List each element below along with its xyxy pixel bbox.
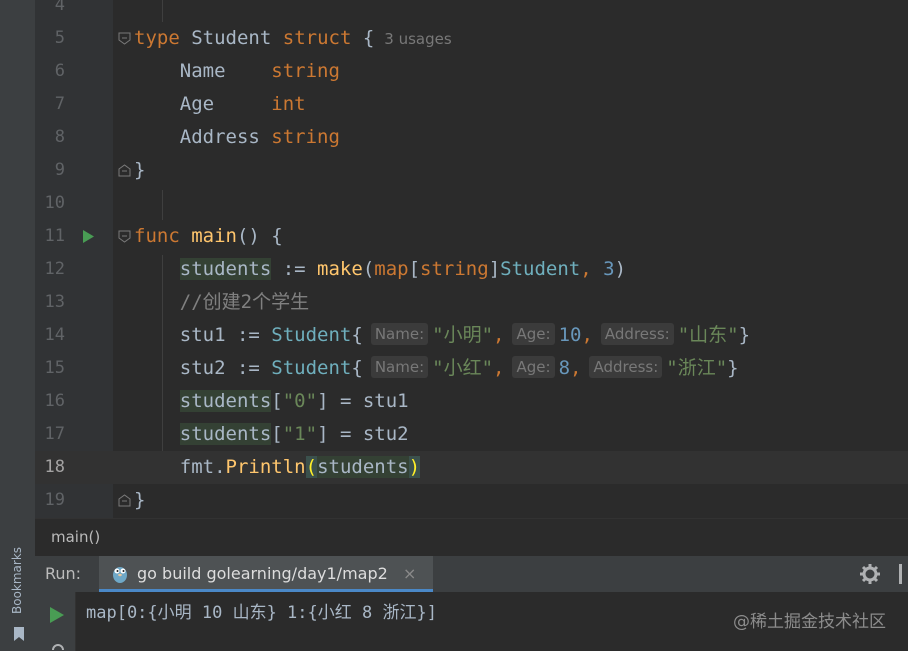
code-text: students["0"] = stu1	[179, 390, 409, 412]
fold-icon[interactable]	[118, 32, 131, 45]
code-line[interactable]: 13 //创建2个学生	[35, 286, 908, 319]
breadcrumb: main()	[35, 518, 908, 557]
run-toolbar	[35, 592, 76, 651]
code-text: stu1 := Student{Name: "小明", Age: 10, Address…	[179, 323, 751, 346]
code-line[interactable]: 19 }	[35, 484, 908, 517]
line-number: 10	[44, 193, 65, 213]
line-number: 19	[44, 490, 65, 510]
code-line[interactable]: 15 stu2 := Student{Name: "小红", Age: 8, Addre…	[35, 352, 908, 385]
line-number: 5	[54, 28, 65, 48]
bookmark-icon[interactable]	[13, 627, 25, 641]
breadcrumb-item[interactable]: main()	[51, 528, 100, 546]
run-tab-label: go build golearning/day1/map2	[137, 564, 388, 583]
code-text: func main() {	[134, 225, 283, 247]
code-line[interactable]: 8 Address string	[35, 121, 908, 154]
line-number: 14	[44, 325, 65, 345]
param-hint: Address:	[589, 356, 663, 378]
param-hint: Age:	[512, 323, 555, 345]
gear-icon[interactable]	[859, 563, 881, 585]
code-line[interactable]: 4	[35, 0, 908, 22]
code-line[interactable]: 14 stu1 := Student{Name: "小明", Age: 10, Addr…	[35, 319, 908, 352]
code-text: }	[134, 159, 146, 181]
line-number: 12	[44, 259, 65, 279]
run-tool-window-header: Run: go build golearning/day1/map2 ×	[35, 556, 908, 592]
line-number: 6	[54, 61, 65, 81]
line-number: 17	[44, 424, 65, 444]
code-line-current[interactable]: 18 fmt.Println(students)	[35, 451, 908, 484]
line-number: 8	[54, 127, 65, 147]
code-text: fmt.Println(students)	[179, 456, 421, 478]
code-text: //创建2个学生	[179, 291, 310, 313]
param-hint: Name:	[370, 356, 429, 378]
code-line[interactable]: 9 }	[35, 154, 908, 187]
line-number: 11	[44, 226, 65, 246]
code-line[interactable]: 11 func main() {	[35, 220, 908, 253]
bookmarks-tool-button[interactable]: Bookmarks	[8, 540, 26, 620]
minimize-icon[interactable]	[897, 562, 907, 586]
line-number: 4	[54, 0, 65, 15]
line-number: 16	[44, 391, 65, 411]
code-text: Address string	[179, 126, 340, 148]
fold-icon[interactable]	[118, 230, 131, 243]
code-text: }	[134, 489, 146, 511]
fold-icon[interactable]	[118, 494, 131, 507]
code-text: Age int	[179, 93, 306, 115]
code-line[interactable]: 16 students["0"] = stu1	[35, 385, 908, 418]
code-text: type Student struct {3 usages	[134, 27, 452, 49]
close-icon[interactable]: ×	[403, 564, 416, 583]
code-text: students["1"] = stu2	[179, 423, 409, 445]
param-hint: Age:	[512, 356, 555, 378]
line-number: 18	[44, 457, 65, 477]
rerun-icon[interactable]	[49, 606, 65, 624]
run-label: Run:	[45, 564, 82, 583]
console-output-line: map[0:{小明 10 山东} 1:{小红 8 浙江}]	[86, 603, 437, 623]
code-editor[interactable]: 4 5 type Student struct {3 usages 6 Name…	[35, 0, 908, 518]
code-text: stu2 := Student{Name: "小红", Age: 8, Address:…	[179, 356, 739, 379]
fold-icon[interactable]	[118, 164, 131, 177]
param-hint: Name:	[370, 323, 429, 345]
usages-hint[interactable]: 3 usages	[384, 30, 451, 48]
code-line[interactable]: 10	[35, 187, 908, 220]
line-number: 7	[54, 94, 65, 114]
code-line[interactable]: 12 students := make(map[string]Student, …	[35, 253, 908, 286]
run-gutter-icon[interactable]	[82, 229, 95, 244]
watermark: @稀土掘金技术社区	[733, 612, 886, 632]
code-line[interactable]: 17 students["1"] = stu2	[35, 418, 908, 451]
code-line[interactable]: 7 Age int	[35, 88, 908, 121]
line-number: 15	[44, 358, 65, 378]
code-line[interactable]: 6 Name string	[35, 55, 908, 88]
line-number: 13	[44, 292, 65, 312]
code-text: Name string	[179, 60, 340, 82]
run-config-tab[interactable]: go build golearning/day1/map2 ×	[99, 556, 433, 592]
stop-icon[interactable]	[51, 641, 65, 651]
line-number: 9	[54, 160, 65, 180]
param-hint: Address:	[600, 323, 674, 345]
gopher-icon	[113, 567, 127, 583]
code-text: students := make(map[string]Student, 3)	[179, 258, 627, 280]
code-line[interactable]: 5 type Student struct {3 usages	[35, 22, 908, 55]
left-tool-strip: Bookmarks	[0, 0, 36, 651]
